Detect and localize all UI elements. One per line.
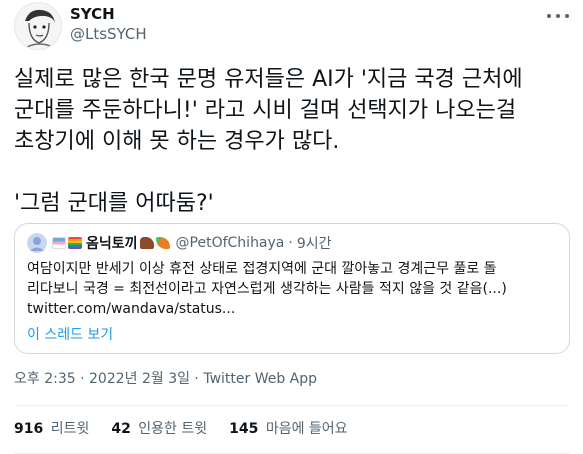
divider — [14, 405, 570, 406]
likes-label: 마음에 들어요 — [265, 421, 348, 437]
author-handle[interactable]: @LtsSYCH — [70, 24, 147, 44]
author-info: SYCH @LtsSYCH — [70, 4, 147, 44]
quoted-time[interactable]: 9시간 — [297, 233, 332, 253]
quoted-avatar — [27, 233, 47, 253]
quotes-label: 인용한 트윗 — [138, 421, 208, 437]
more-options-icon[interactable] — [547, 8, 569, 24]
dot — [556, 14, 560, 18]
quoted-display-name[interactable]: 옴닉토끼 — [86, 233, 138, 253]
dot — [547, 14, 551, 18]
quoted-avatar-icon — [27, 233, 47, 253]
tweet: SYCH @LtsSYCH 실제로 많은 한국 문명 유저들은 AI가 '지금 … — [0, 0, 583, 454]
flag-emoji-icon — [52, 237, 66, 249]
quoted-handle[interactable]: @PetOfChihaya — [176, 235, 285, 251]
quotes-stat[interactable]: 42 인용한 트윗 — [111, 418, 207, 438]
quoted-separator: · — [288, 235, 293, 251]
retweets-stat[interactable]: 916 리트윗 — [14, 418, 89, 438]
rainbow-flag-emoji-icon — [68, 237, 82, 249]
tweet-timestamp[interactable]: 오후 2:35 · 2022년 2월 3일 · Twitter Web App — [14, 368, 317, 388]
show-thread-link[interactable]: 이 스레드 보기 — [27, 325, 557, 345]
author-display-name[interactable]: SYCH — [70, 4, 147, 24]
quoted-tweet[interactable]: 옴닉토끼 @PetOfChihaya · 9시간 여담이지만 반세기 이상 휴전… — [14, 223, 570, 354]
retweets-count: 916 — [14, 421, 44, 437]
tweet-text: 실제로 많은 한국 문명 유저들은 AI가 '지금 국경 근처에 군대를 주둔하… — [14, 67, 523, 216]
tweet-stats: 916 리트윗 42 인용한 트윗 145 마음에 들어요 — [14, 418, 370, 438]
horse-emoji-icon — [139, 237, 154, 249]
quoted-tweet-header: 옴닉토끼 @PetOfChihaya · 9시간 — [27, 233, 557, 253]
quotes-count: 42 — [111, 421, 131, 437]
quoted-tweet-text: 여담이지만 반세기 이상 휴전 상태로 접경지역에 군대 깔아놓고 경계근무 풀… — [27, 261, 507, 317]
avatar[interactable] — [14, 2, 62, 50]
retweets-label: 리트윗 — [50, 421, 90, 437]
avatar-sketch-icon — [15, 3, 61, 49]
carrot-emoji-icon — [155, 237, 170, 249]
likes-stat[interactable]: 145 마음에 들어요 — [229, 418, 347, 438]
dot — [565, 14, 569, 18]
likes-count: 145 — [229, 421, 259, 437]
